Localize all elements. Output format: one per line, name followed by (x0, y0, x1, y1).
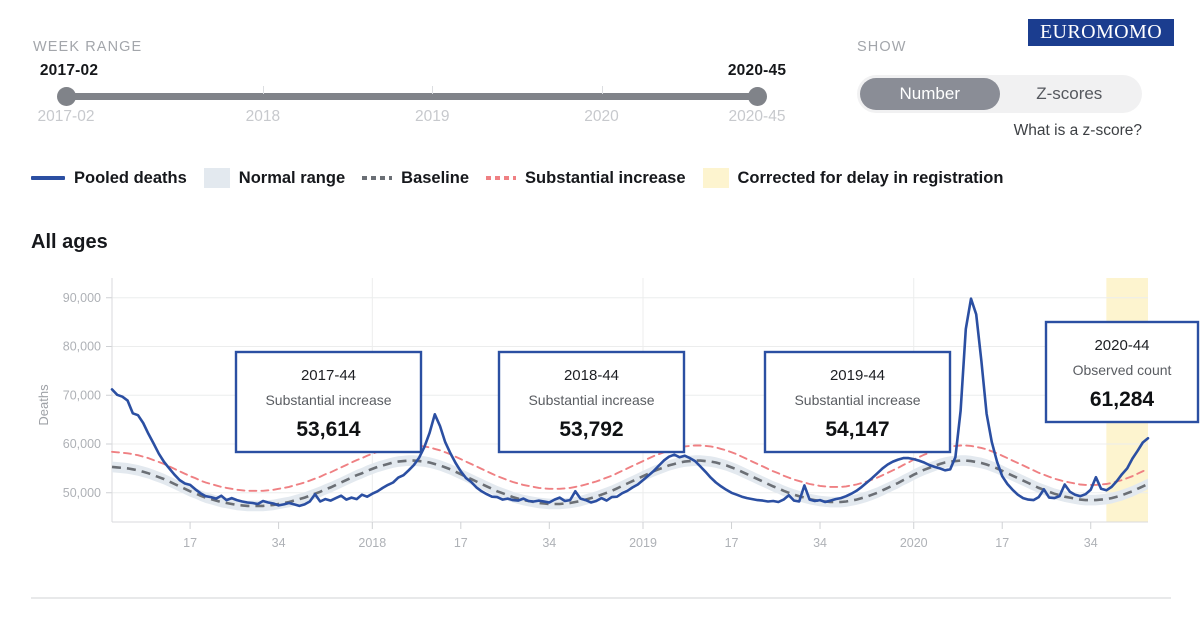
slider-tick-label: 2017-02 (37, 108, 95, 125)
week-range-label: WEEK RANGE (33, 39, 143, 55)
show-label: SHOW (857, 39, 907, 55)
legend-swatch-substantial-icon (486, 176, 517, 180)
x-tick-label: 34 (272, 536, 286, 550)
legend-swatch-corrected-icon (702, 168, 729, 188)
annotation-kind: Substantial increase (265, 392, 391, 408)
legend-swatch-line-icon (31, 176, 65, 180)
y-tick-label: 70,000 (63, 388, 101, 402)
annotation-callout: 2017-44 Substantial increase 53,614 (234, 350, 423, 454)
slider-tick (601, 86, 603, 94)
annotation-kind: Substantial increase (528, 392, 654, 408)
legend-label: Corrected for delay in registration (737, 168, 1004, 187)
chart-area: 50,000 60,000 70,000 80,000 90,000 Deaths 17 34… (0, 270, 1200, 570)
annotation-value: 61,284 (1090, 388, 1155, 411)
x-tick-label: 2020 (900, 536, 928, 550)
x-tick-label: 17 (725, 536, 739, 550)
y-axis-title: Deaths (36, 384, 51, 426)
legend-item: Substantial increase (486, 168, 686, 188)
x-tick-label: 2018 (358, 536, 386, 550)
slider-start-value: 2017-02 (39, 62, 99, 79)
slider-tick (262, 86, 264, 94)
slider-tick-label: 2020 (584, 108, 619, 125)
legend-item: Corrected for delay in registration (702, 168, 1004, 188)
chart-title: All ages (31, 231, 108, 253)
y-tick-label: 90,000 (63, 291, 101, 305)
annotation-value: 53,792 (559, 418, 623, 441)
slider-end-value: 2020-45 (727, 62, 787, 79)
legend-item: Baseline (362, 169, 469, 188)
euromomo-logo: EUROMOMO (1028, 19, 1174, 46)
slider-handle-end[interactable] (748, 87, 767, 106)
slider-handle-start[interactable] (57, 87, 76, 106)
slider-tick-label: 2019 (414, 108, 450, 125)
annotation-week: 2018-44 (564, 367, 619, 384)
x-tick-label: 2019 (629, 536, 657, 550)
annotation-kind: Observed count (1073, 362, 1172, 378)
legend-item: Pooled deaths (31, 169, 187, 188)
annotation-value: 54,147 (825, 418, 889, 441)
slider-tick-label: 2020-45 (728, 108, 786, 125)
x-tick-label: 17 (454, 536, 468, 550)
legend-label: Pooled deaths (74, 168, 187, 187)
slider-track[interactable] (66, 93, 757, 100)
footer-divider (31, 597, 1171, 599)
legend-label: Normal range (238, 168, 346, 187)
slider-tick-label: 2018 (245, 108, 281, 125)
annotation-week: 2019-44 (830, 367, 885, 384)
legend-item: Normal range (203, 168, 346, 188)
chart-legend: Pooled deaths Normal range Baseline Substan… (31, 168, 1003, 188)
toggle-option-number[interactable]: Number (860, 78, 1000, 110)
x-tick-label: 34 (542, 536, 556, 550)
legend-label: Substantial increase (525, 168, 686, 187)
euromomo-page: WEEK RANGE SHOW 2017-02 2020-45 2017-02 2… (0, 0, 1200, 620)
deaths-line-chart: 50,000 60,000 70,000 80,000 90,000 Deaths 17 34… (36, 278, 1200, 550)
annotation-week: 2020-44 (1094, 337, 1149, 354)
x-tick-label: 34 (813, 536, 827, 550)
x-tick-label: 17 (995, 536, 1009, 550)
legend-label: Baseline (401, 168, 470, 187)
annotation-week: 2017-44 (301, 367, 356, 384)
what-is-a-zscore-link[interactable]: What is a z-score? (1014, 122, 1142, 140)
y-tick-label: 50,000 (63, 486, 101, 500)
legend-swatch-band-icon (203, 168, 230, 188)
show-mode-toggle[interactable]: Number Z-scores (857, 75, 1142, 113)
annotation-value: 53,614 (296, 418, 361, 441)
annotation-callout: 2020-44 Observed count 61,284 (1044, 320, 1200, 424)
toggle-option-zscores[interactable]: Z-scores (1000, 78, 1140, 110)
x-tick-label: 17 (183, 536, 197, 550)
annotation-callout: 2018-44 Substantial increase 53,792 (497, 350, 686, 454)
slider-tick (432, 86, 434, 94)
y-tick-label: 80,000 (63, 340, 101, 354)
x-tick-label: 34 (1084, 536, 1098, 550)
annotation-kind: Substantial increase (794, 392, 920, 408)
annotation-callout: 2019-44 Substantial increase 54,147 (763, 350, 952, 454)
week-range-slider[interactable]: 2017-02 2020-45 2017-02 2018 2019 2020 2020-… (33, 62, 793, 132)
legend-swatch-baseline-icon (362, 176, 393, 180)
y-tick-label: 60,000 (63, 437, 101, 451)
